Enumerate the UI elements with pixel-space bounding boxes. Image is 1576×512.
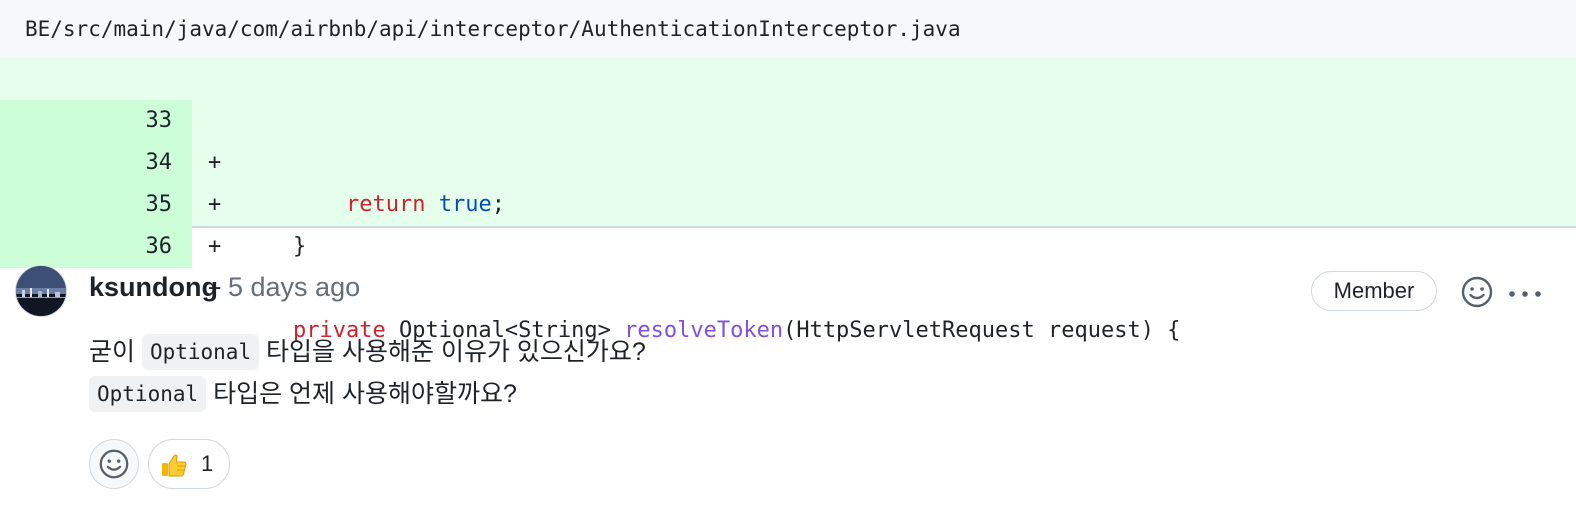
thumbs-up-icon (162, 454, 187, 477)
comment-body-line: 굳이 Optional 타입을 사용해준 이유가 있으신가요? (89, 332, 646, 372)
file-path: BE/src/main/java/com/airbnb/api/intercep… (25, 17, 961, 41)
inline-code: Optional (141, 334, 260, 370)
avatar[interactable] (16, 266, 66, 316)
diff-line: 36 + private Optional<String> resolveTok… (0, 184, 1576, 343)
smiley-icon (99, 449, 129, 479)
comment-author[interactable]: ksundong (89, 272, 218, 303)
diff-line: 34 + } (0, 100, 1576, 259)
role-badge: Member (1311, 271, 1437, 311)
comment-text: 굳이 (89, 338, 142, 366)
file-path-header: BE/src/main/java/com/airbnb/api/intercep… (0, 0, 1576, 58)
add-reaction-icon[interactable] (1459, 274, 1495, 310)
comment-text: 타입을 사용해준 이유가 있으신가요? (259, 338, 646, 366)
comment-body-line: Optional 타입은 언제 사용해야할까요? (89, 374, 517, 414)
add-reaction-button[interactable] (89, 439, 139, 489)
review-comment: ksundong 5 days ago Member 굳이 Optional 타… (0, 228, 1576, 512)
avatar-image (16, 266, 66, 316)
more-options-icon[interactable] (1507, 286, 1543, 297)
inline-code: Optional (89, 376, 207, 412)
comment-text: 타입은 언제 사용해야할까요? (206, 380, 517, 408)
diff-hunk: 33 + return true; 34 + } 35 + 36 + priva… (0, 58, 1576, 343)
reaction-count: 1 (201, 451, 214, 476)
diff-line: 35 + (0, 142, 1576, 259)
comment-timestamp[interactable]: 5 days ago (228, 272, 360, 303)
diff-line: 33 + return true; (0, 58, 1576, 217)
role-badge-label: Member (1333, 278, 1415, 303)
reaction-thumbs-up[interactable]: 1 (148, 439, 230, 489)
